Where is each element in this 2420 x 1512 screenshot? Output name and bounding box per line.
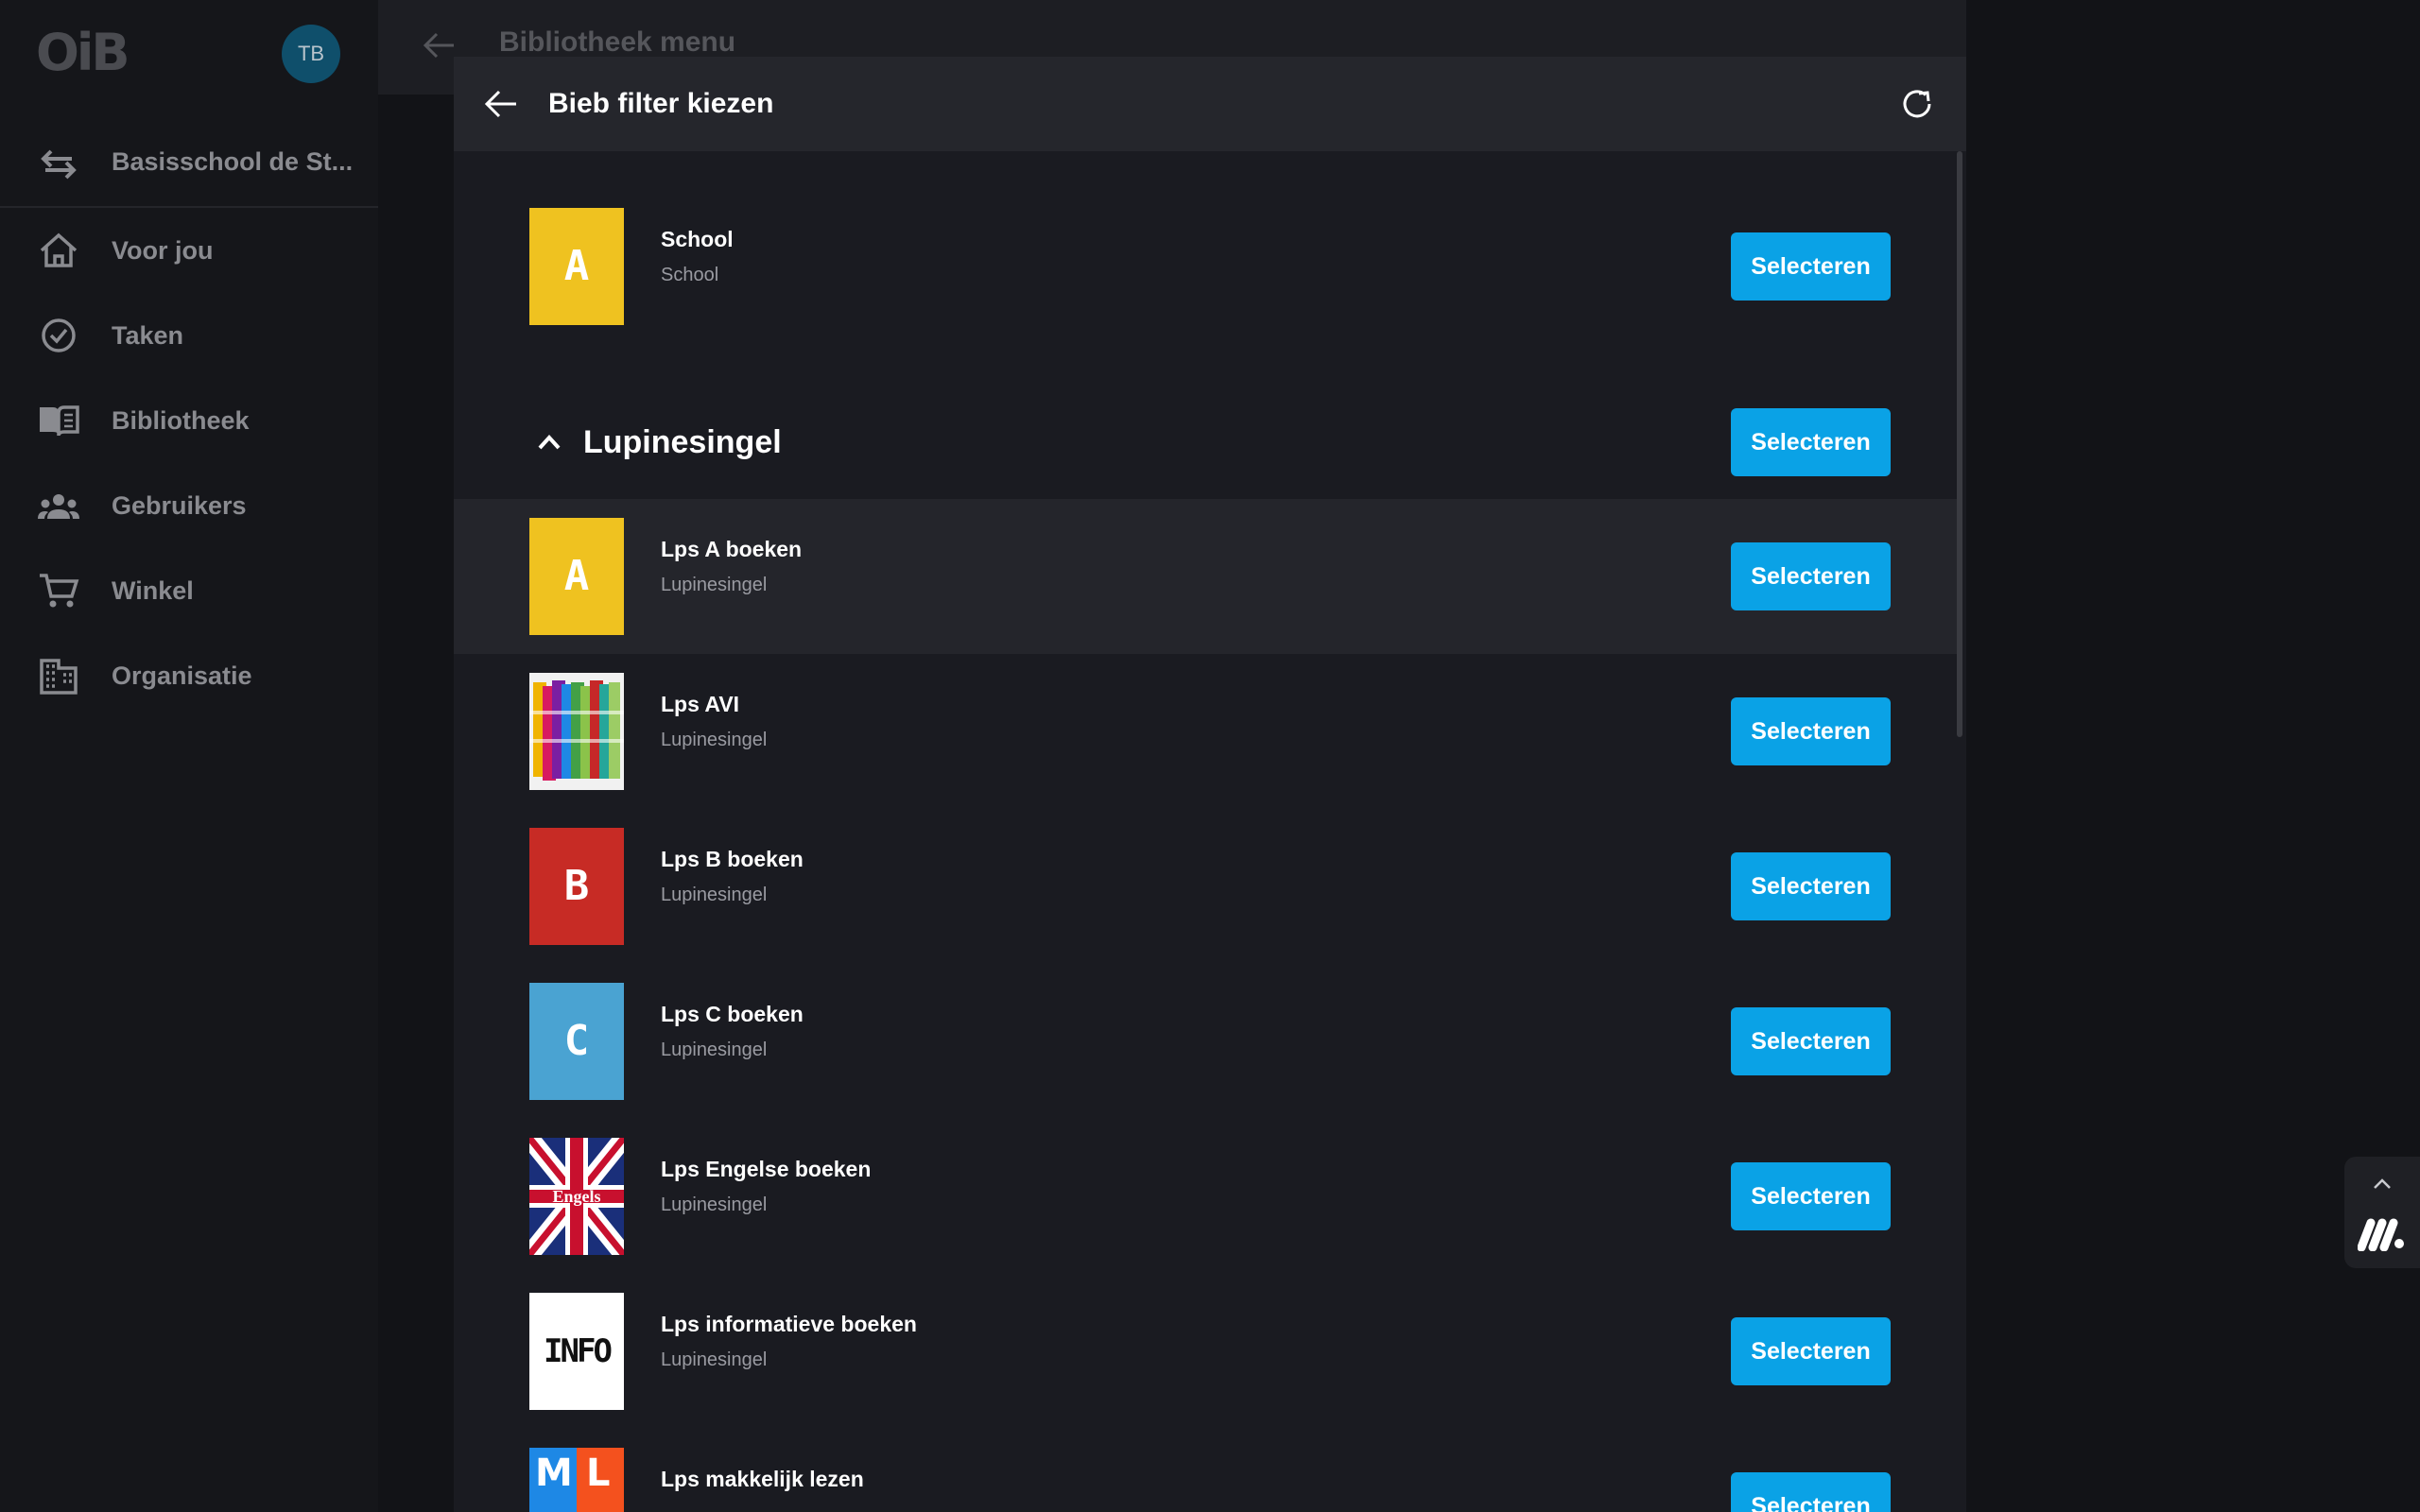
list-item: B Lps B boeken Lupinesingel Selecteren	[454, 809, 1957, 964]
school-switcher[interactable]: Basisschool de St...	[0, 121, 378, 208]
makkelijk-lezen-image: M L	[529, 1448, 624, 1512]
cart-icon	[40, 574, 79, 608]
sidebar-item-bibliotheek[interactable]: Bibliotheek	[0, 380, 378, 461]
chevron-up-icon[interactable]	[2371, 1174, 2394, 1194]
select-button[interactable]: Selecteren	[1731, 232, 1891, 301]
page-title: Bibliotheek menu	[499, 26, 736, 58]
school-name: Basisschool de St...	[112, 147, 354, 176]
select-button[interactable]: Selecteren	[1731, 542, 1891, 610]
check-circle-icon	[42, 318, 76, 352]
list-item: M L Lps makkelijk lezen Selecteren	[454, 1429, 1957, 1512]
select-button[interactable]: Selecteren	[1731, 1162, 1891, 1230]
filter-subtitle: Lupinesingel	[661, 730, 768, 750]
svg-text:L: L	[586, 1452, 611, 1495]
list-item: Engels Lps Engelse boeken Lupinesingel S…	[454, 1119, 1957, 1274]
filter-subtitle: Lupinesingel	[661, 1194, 768, 1215]
filter-title: Lps AVI	[661, 692, 740, 716]
dialog-title: Bieb filter kiezen	[548, 88, 774, 119]
flag-label: Engels	[552, 1187, 601, 1206]
sidebar-item-gebruikers[interactable]: Gebruikers	[0, 465, 378, 546]
list-item-school: A School School Selecteren	[454, 189, 1957, 344]
users-icon	[38, 494, 79, 519]
filter-title: Lps makkelijk lezen	[661, 1467, 864, 1491]
library-filter-dialog: Bieb filter kiezen A School School Selec…	[454, 57, 1966, 1512]
list-item: A Lps A boeken Lupinesingel Selecteren	[454, 499, 1957, 654]
info-thumbnail: INFO	[529, 1293, 624, 1410]
svg-text:M: M	[535, 1452, 573, 1495]
filter-title: Lps A boeken	[661, 537, 803, 561]
book-open-icon	[40, 405, 79, 437]
swap-arrows-icon	[41, 149, 77, 180]
scrollbar[interactable]	[1957, 151, 1962, 737]
select-button[interactable]: Selecteren	[1731, 408, 1891, 476]
back-arrow-icon[interactable]	[422, 28, 456, 62]
help-widget[interactable]	[2344, 1157, 2420, 1268]
filter-title: Lps B boeken	[661, 847, 804, 871]
list-item: INFO Lps informatieve boeken Lupinesinge…	[454, 1274, 1957, 1429]
uk-flag-image: Engels	[529, 1138, 624, 1255]
dialog-header: Bieb filter kiezen	[454, 57, 1966, 151]
sidebar-item-label: Gebruikers	[112, 491, 247, 520]
filter-thumbnail: B	[529, 828, 624, 945]
select-button[interactable]: Selecteren	[1731, 1007, 1891, 1075]
sidebar: OiB TB Basisschool de St... Voor jou Tak…	[0, 0, 378, 1512]
sidebar-item-taken[interactable]: Taken	[0, 295, 378, 376]
filter-thumbnail: A	[529, 208, 624, 325]
sidebar-item-label: Taken	[112, 321, 184, 350]
sidebar-item-organisatie[interactable]: Organisatie	[0, 635, 378, 716]
back-arrow-icon[interactable]	[484, 87, 518, 121]
select-button[interactable]: Selecteren	[1731, 697, 1891, 765]
filter-subtitle: Lupinesingel	[661, 1349, 768, 1370]
sidebar-item-voor-jou[interactable]: Voor jou	[0, 210, 378, 291]
sidebar-item-label: Bibliotheek	[112, 406, 250, 435]
filter-title: Lps informatieve boeken	[661, 1312, 917, 1336]
list-item: C Lps C boeken Lupinesingel Selecteren	[454, 964, 1957, 1119]
sidebar-item-label: Voor jou	[112, 236, 214, 265]
select-button[interactable]: Selecteren	[1731, 1472, 1891, 1512]
filter-subtitle: Lupinesingel	[661, 575, 768, 595]
app-logo[interactable]: OiB	[36, 27, 134, 78]
filter-title: School	[661, 227, 734, 251]
user-avatar[interactable]: TB	[282, 25, 340, 83]
filter-title: Lps C boeken	[661, 1002, 804, 1026]
chevron-up-icon[interactable]	[537, 431, 562, 454]
group-header-lupinesingel[interactable]: Lupinesingel Selecteren	[454, 387, 1957, 497]
filter-thumbnail: A	[529, 518, 624, 635]
refresh-icon[interactable]	[1898, 85, 1936, 123]
filter-subtitle: School	[661, 265, 719, 285]
select-button[interactable]: Selecteren	[1731, 852, 1891, 920]
filter-subtitle: Lupinesingel	[661, 1040, 768, 1060]
select-button[interactable]: Selecteren	[1731, 1317, 1891, 1385]
list-item: Lps AVI Lupinesingel Selecteren	[454, 654, 1957, 809]
avi-books-image	[529, 673, 624, 790]
sidebar-item-winkel[interactable]: Winkel	[0, 550, 378, 631]
building-icon	[40, 659, 78, 695]
sidebar-item-label: Organisatie	[112, 662, 252, 690]
chat-logo-icon[interactable]	[2358, 1217, 2407, 1251]
filter-subtitle: Lupinesingel	[661, 885, 768, 905]
home-icon	[40, 232, 78, 267]
filter-thumbnail: C	[529, 983, 624, 1100]
info-label: INFO	[544, 1332, 613, 1370]
sidebar-item-label: Winkel	[112, 576, 194, 605]
filter-title: Lps Engelse boeken	[661, 1157, 872, 1181]
group-title: Lupinesingel	[583, 424, 782, 460]
